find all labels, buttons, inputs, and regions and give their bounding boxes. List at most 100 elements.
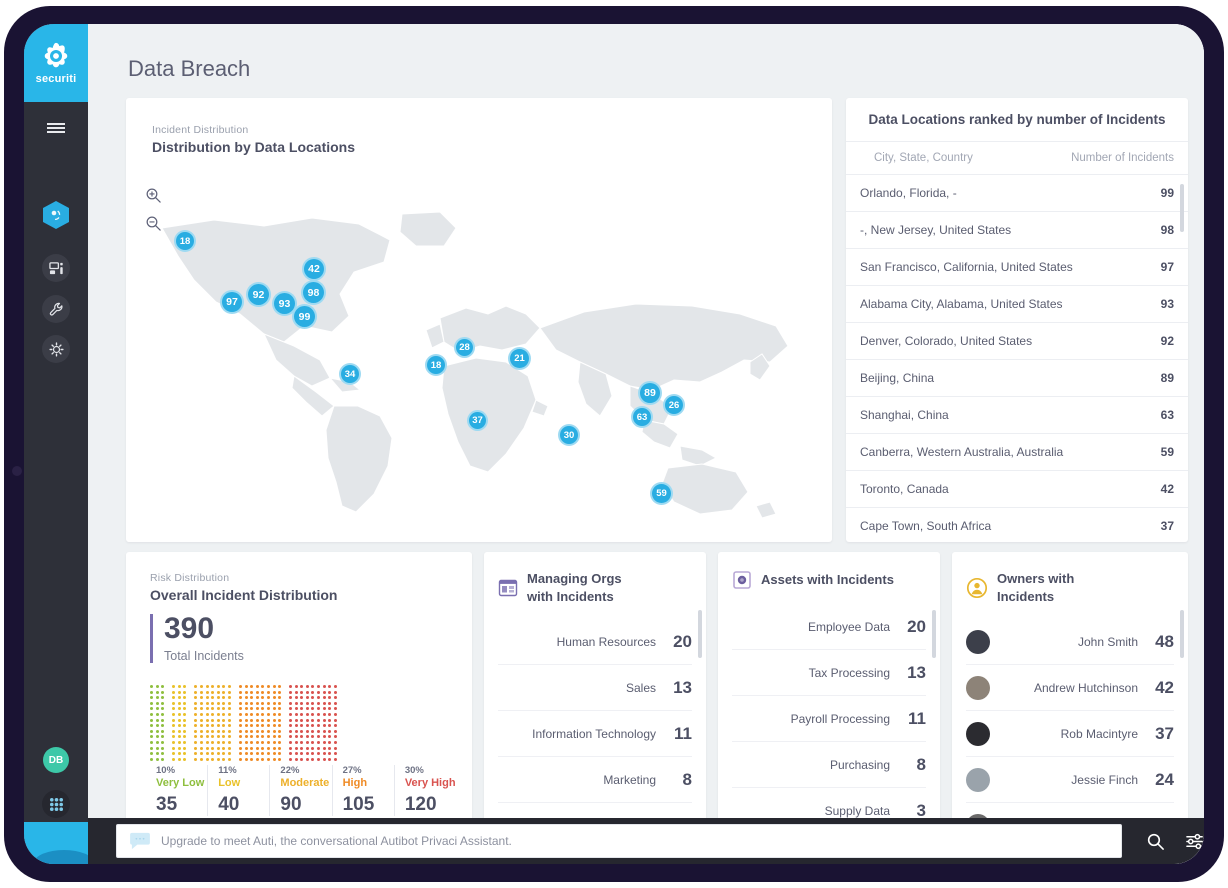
list-item[interactable]: John Smith 48 [966,619,1174,666]
securiti-logo-icon [44,42,68,68]
risk-dot-block [150,685,165,761]
search-button[interactable] [1144,830,1166,852]
risk-level-value: 90 [280,794,302,815]
map-marker[interactable]: 21 [508,347,531,370]
screen: securiti DB Data Breach Incident Distrib… [24,24,1204,864]
filter-button[interactable] [1184,830,1204,852]
risk-legend-cell: 30% Very High 120 [393,765,456,816]
risk-percent: 22% [280,765,300,776]
device-button [12,466,22,476]
incident-count: 93 [1160,297,1174,311]
list-item-label: Rob Macintyre [1060,726,1138,741]
locations-scrollbar[interactable] [1180,184,1184,232]
incident-count: 42 [1160,482,1174,496]
assets-card-header: Assets with Incidents [718,552,940,590]
location-name: Alabama City, Alabama, United States [860,297,1063,311]
list-item[interactable]: Rob Macintyre 37 [966,711,1174,758]
map-marker[interactable]: 37 [467,410,488,431]
world-map-shapes [161,211,789,519]
menu-toggle-button[interactable] [24,102,88,154]
brand-logo[interactable]: securiti [24,24,88,102]
table-row[interactable]: Toronto, Canada 42 [846,471,1188,508]
world-map[interactable]: 184292989793993437182821892663305936 [144,210,816,596]
map-marker[interactable]: 26 [663,394,685,416]
list-item-label: John Smith [1077,634,1138,649]
risk-title: Overall Incident Distribution [150,587,338,603]
assets-list: Employee Data 20 Tax Processing 13 Payroll P… [718,604,940,834]
map-marker[interactable]: 18 [174,230,196,252]
locations-table-title: Data Locations ranked by number of Incid… [846,98,1188,142]
list-item[interactable]: Human Resources 20 [498,619,692,666]
list-item[interactable]: Andrew Hutchinson 42 [966,665,1174,712]
risk-legend-cell: 22% Moderate 90 [269,765,331,816]
list-item-value: 20 [907,616,926,636]
owners-list: John Smith 48 Andrew Hutchinson 42 Rob Macin… [952,619,1188,836]
table-row[interactable]: -, New Jersey, United States 98 [846,212,1188,249]
map-marker[interactable]: 59 [650,482,673,505]
assets-card: Assets with Incidents Employee Data 20 Tax… [718,552,940,836]
location-name: Canberra, Western Australia, Australia [860,445,1064,459]
location-name: San Francisco, California, United States [860,260,1073,274]
sidebar-item-tools[interactable] [42,295,70,323]
map-marker[interactable]: 98 [301,280,326,305]
table-row[interactable]: Cape Town, South Africa 37 [846,508,1188,542]
location-name: Denver, Colorado, United States [860,334,1033,348]
map-marker[interactable]: 30 [558,424,580,446]
orgs-card-header: Managing Orgs with Incidents [484,552,706,605]
map-marker[interactable]: 63 [631,406,653,428]
zoom-in-button[interactable] [142,184,164,206]
accent-bar [150,614,153,663]
table-row[interactable]: Shanghai, China 63 [846,397,1188,434]
table-row[interactable]: Orlando, Florida, - 99 [846,175,1188,212]
assistant-input[interactable]: Upgrade to meet Auti, the conversational… [116,824,1122,858]
list-item-label: Marketing [603,772,656,787]
list-item[interactable]: Payroll Processing 11 [732,696,926,742]
map-marker[interactable]: 97 [220,290,244,314]
list-item-label: Purchasing [829,757,890,772]
list-item[interactable]: Purchasing 8 [732,742,926,788]
user-avatar[interactable]: DB [43,747,69,773]
assets-scrollbar[interactable] [932,610,936,658]
map-marker[interactable]: 18 [425,354,447,376]
map-marker[interactable]: 28 [454,337,475,358]
incident-count: 92 [1160,334,1174,348]
map-marker[interactable]: 42 [302,257,326,281]
orgs-scrollbar[interactable] [698,610,702,658]
gear-icon [48,341,64,357]
list-item[interactable]: Employee Data 20 [732,604,926,650]
table-row[interactable]: Alabama City, Alabama, United States 93 [846,286,1188,323]
list-item-label: Payroll Processing [790,711,890,726]
sidebar-item-privacy[interactable] [42,201,70,229]
table-row[interactable]: Beijing, China 89 [846,360,1188,397]
table-row[interactable]: Canberra, Western Australia, Australia 59 [846,434,1188,471]
map-marker[interactable]: 34 [339,363,361,385]
risk-percent: 10% [156,765,176,776]
list-item-label: Supply Data [824,803,890,818]
risk-distribution-card: Risk Distribution Overall Incident Distr… [126,552,472,836]
list-item-value: 20 [673,631,692,651]
apps-grid-button[interactable] [42,790,70,818]
list-item-value: 13 [673,677,692,697]
map-marker[interactable]: 99 [292,304,317,329]
filter-sliders-icon [1185,833,1203,849]
risk-dot-block [289,685,337,761]
list-item[interactable]: Marketing 8 [498,757,692,804]
incident-count: 59 [1160,445,1174,459]
table-row[interactable]: San Francisco, California, United States… [846,249,1188,286]
incident-count: 99 [1160,186,1174,200]
sidebar-item-settings[interactable] [42,335,70,363]
owners-scrollbar[interactable] [1180,610,1184,658]
location-name: Beijing, China [860,371,935,385]
table-row[interactable]: Denver, Colorado, United States 92 [846,323,1188,360]
avatar [966,675,990,700]
map-marker[interactable]: 89 [638,381,662,405]
sidebar-item-dashboard[interactable] [42,254,70,282]
locations-table-body: Orlando, Florida, - 99 -, New Jersey, Unit… [846,175,1188,542]
list-item[interactable]: Tax Processing 13 [732,650,926,696]
list-item[interactable]: Information Technology 11 [498,711,692,758]
list-item[interactable]: Jessie Finch 24 [966,757,1174,804]
list-item-label: Sales [625,680,656,695]
risk-legend: 10% Very Low 35 11% Low 40 22% Moderate 90 27% Hig… [146,765,456,816]
map-marker[interactable]: 92 [246,282,271,307]
list-item[interactable]: Sales 13 [498,665,692,712]
